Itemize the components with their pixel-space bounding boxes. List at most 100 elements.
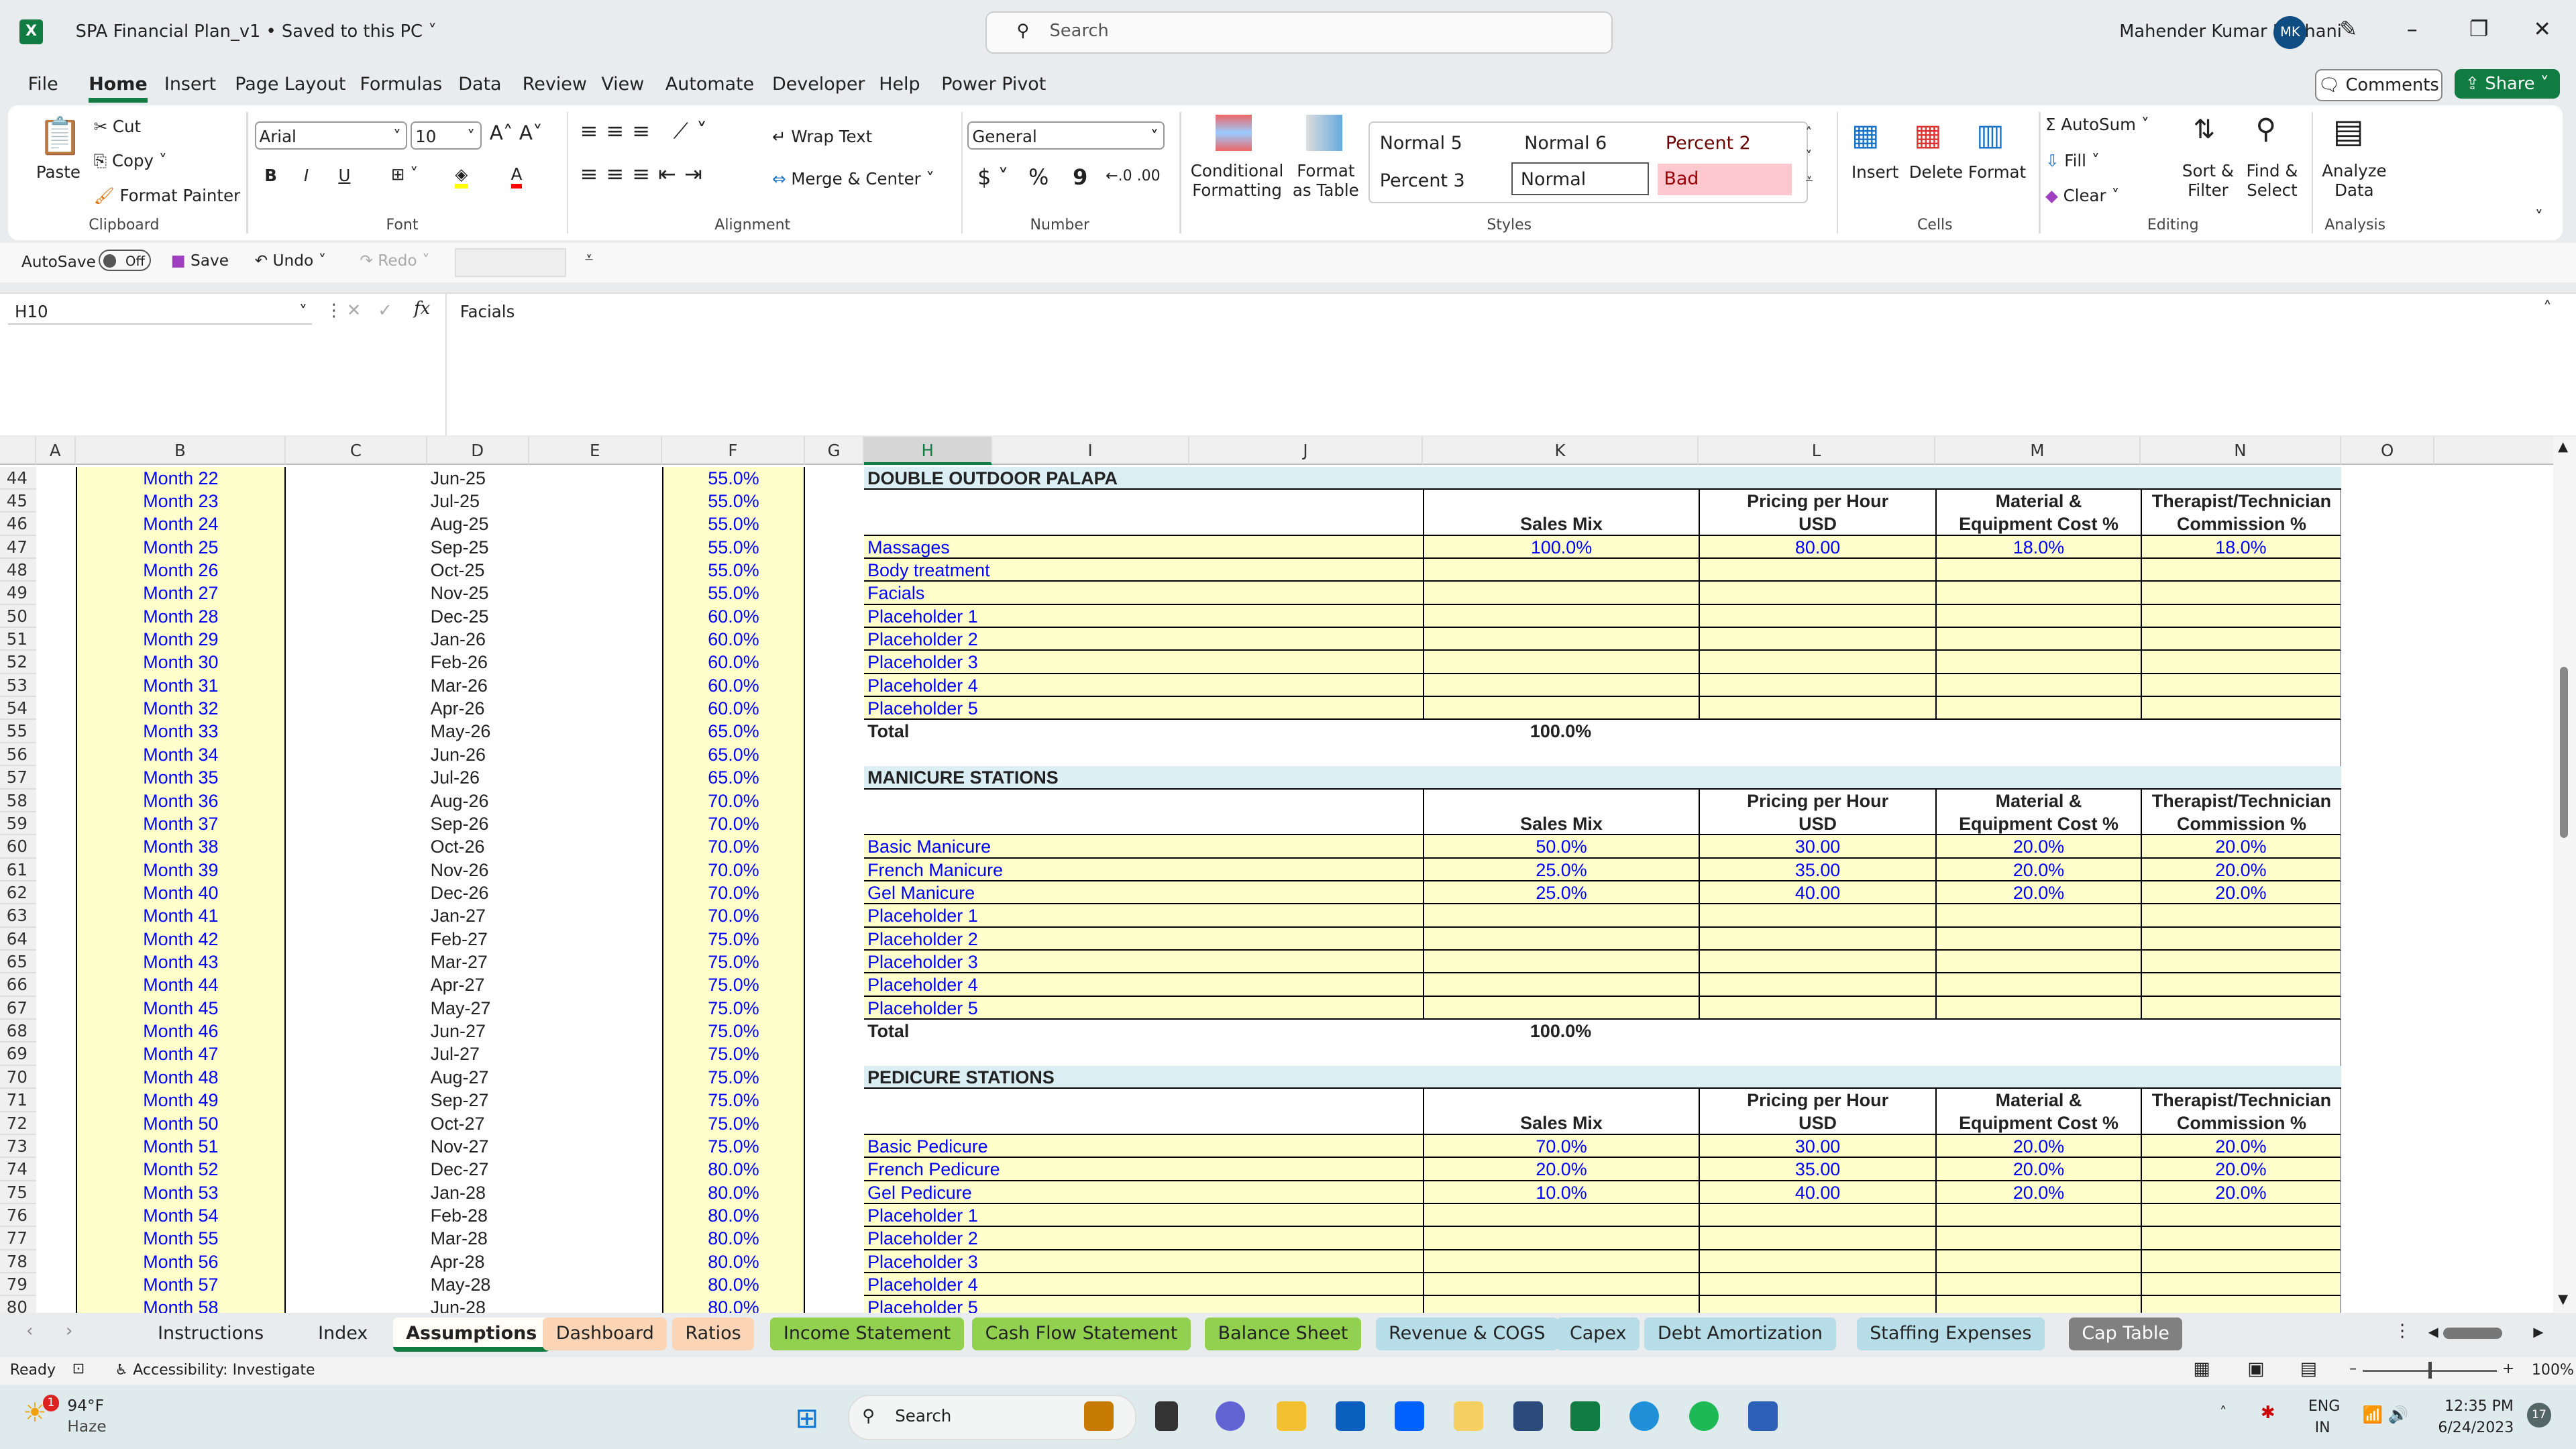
date-cell[interactable]: Dec-27 — [431, 1158, 529, 1181]
column-header-K[interactable]: K — [1422, 437, 1699, 466]
clear-button[interactable]: ◆ Clear ˅ — [2045, 186, 2120, 205]
month-cell[interactable]: Month 57 — [75, 1273, 286, 1297]
item-mix-cell[interactable] — [1422, 674, 1699, 698]
item-mix-cell[interactable] — [1422, 927, 1699, 951]
sort-filter-button[interactable]: Sort & Filter — [2180, 161, 2236, 200]
briefcase-app-icon[interactable] — [1084, 1401, 1114, 1432]
date-cell[interactable]: May-28 — [431, 1273, 529, 1296]
avatar[interactable]: MK — [2273, 16, 2307, 50]
month-cell[interactable]: Month 31 — [75, 674, 286, 698]
percent-cell[interactable]: 65.0% — [661, 766, 805, 790]
item-mix-cell[interactable] — [1422, 558, 1699, 582]
row-header[interactable]: 53 — [0, 674, 36, 698]
row-header[interactable]: 77 — [0, 1227, 36, 1250]
item-price-cell[interactable] — [1699, 697, 1935, 720]
date-cell[interactable]: Sep-26 — [431, 812, 529, 835]
cut-button[interactable]: ✂ Cut — [94, 117, 141, 136]
sheet-tab-index[interactable]: Index — [305, 1318, 381, 1350]
item-price-cell[interactable] — [1699, 1227, 1935, 1250]
sheet-tab-staffing-expenses[interactable]: Staffing Expenses — [1856, 1318, 2045, 1351]
column-header-J[interactable]: J — [1189, 437, 1423, 466]
column-header-F[interactable]: F — [661, 437, 805, 466]
item-commission-cell[interactable] — [2141, 1273, 2341, 1297]
zoom-level[interactable]: 100% — [2532, 1362, 2574, 1379]
item-material-cell[interactable] — [1935, 628, 2141, 651]
prev-sheet-icon[interactable]: ‹ — [26, 1321, 33, 1341]
item-commission-cell[interactable] — [2141, 973, 2341, 997]
horizontal-align-icons[interactable]: ≡≡≡⇤⇥ — [580, 161, 710, 186]
sheet-tab-assumptions[interactable]: Assumptions — [392, 1318, 550, 1352]
percent-cell[interactable]: 75.0% — [661, 951, 805, 974]
style-normal-6[interactable]: Normal 6 — [1524, 133, 1607, 154]
item-commission-cell[interactable] — [2141, 1227, 2341, 1250]
merge-center-button[interactable]: ⇔ Merge & Center ˅ — [772, 169, 934, 189]
conditional-formatting-button[interactable]: Conditional Formatting — [1188, 161, 1287, 200]
item-mix-cell[interactable] — [1422, 1250, 1699, 1274]
item-material-cell[interactable] — [1935, 697, 2141, 720]
h-scroll-right-icon[interactable]: ▶ — [2533, 1324, 2543, 1340]
find-select-button[interactable]: Find & Select — [2243, 161, 2302, 200]
insert-button[interactable]: Insert — [1851, 162, 1898, 182]
date-cell[interactable]: Mar-26 — [431, 674, 529, 697]
month-cell[interactable]: Month 58 — [75, 1296, 286, 1313]
percent-cell[interactable]: 60.0% — [661, 674, 805, 698]
month-cell[interactable]: Month 40 — [75, 881, 286, 905]
item-price-cell[interactable] — [1699, 973, 1935, 997]
month-cell[interactable]: Month 38 — [75, 835, 286, 859]
sheet-tab-cap-table[interactable]: Cap Table — [2068, 1318, 2183, 1351]
italic-button[interactable]: I — [304, 166, 309, 185]
month-cell[interactable]: Month 48 — [75, 1065, 286, 1089]
item-name-cell[interactable]: Massages — [864, 535, 1423, 559]
column-header-H[interactable]: H — [864, 437, 993, 466]
item-material-cell[interactable]: 20.0% — [1935, 1134, 2141, 1159]
item-material-cell[interactable] — [1935, 674, 2141, 698]
month-cell[interactable]: Month 37 — [75, 812, 286, 836]
item-commission-cell[interactable]: 20.0% — [2141, 1134, 2341, 1159]
file-explorer-icon[interactable] — [1276, 1401, 1306, 1432]
item-mix-cell[interactable]: 50.0% — [1422, 835, 1699, 859]
enter-icon[interactable]: ✓ — [378, 301, 392, 321]
autosave-toggle[interactable]: Off — [98, 250, 152, 272]
row-header[interactable]: 48 — [0, 558, 36, 582]
row-header[interactable]: 59 — [0, 812, 36, 836]
increase-font-icon[interactable]: A˄ A˅ — [490, 121, 543, 144]
item-name-cell[interactable]: Facials — [864, 582, 1423, 605]
percent-cell[interactable]: 80.0% — [661, 1204, 805, 1228]
date-cell[interactable]: Jul-25 — [431, 490, 529, 513]
sheet-tab-instructions[interactable]: Instructions — [145, 1318, 277, 1350]
month-cell[interactable]: Month 52 — [75, 1158, 286, 1181]
month-cell[interactable]: Month 45 — [75, 996, 286, 1020]
percent-cell[interactable]: 55.0% — [661, 513, 805, 536]
item-mix-cell[interactable] — [1422, 628, 1699, 651]
item-name-cell[interactable]: Placeholder 4 — [864, 973, 1423, 997]
scroll-thumb[interactable] — [2559, 667, 2568, 838]
style-bad[interactable]: Bad — [1657, 164, 1792, 195]
month-cell[interactable]: Month 56 — [75, 1250, 286, 1274]
row-header[interactable]: 75 — [0, 1181, 36, 1204]
percent-cell[interactable]: 80.0% — [661, 1181, 805, 1204]
percent-cell[interactable]: 75.0% — [661, 927, 805, 951]
item-commission-cell[interactable]: 20.0% — [2141, 881, 2341, 905]
item-price-cell[interactable] — [1699, 558, 1935, 582]
row-header[interactable]: 70 — [0, 1065, 36, 1089]
item-mix-cell[interactable] — [1422, 1204, 1699, 1228]
bold-button[interactable]: B — [264, 166, 277, 185]
font-size-select[interactable]: 10 ˅ — [411, 121, 482, 150]
percent-cell[interactable]: 80.0% — [661, 1296, 805, 1313]
column-header-G[interactable]: G — [805, 437, 865, 466]
item-name-cell[interactable]: Placeholder 3 — [864, 1250, 1423, 1274]
item-name-cell[interactable]: Placeholder 2 — [864, 628, 1423, 651]
sheet-tab-income-statement[interactable]: Income Statement — [770, 1318, 964, 1351]
row-header[interactable]: 66 — [0, 973, 36, 997]
item-mix-cell[interactable] — [1422, 651, 1699, 674]
tab-developer[interactable]: Developer — [772, 74, 865, 95]
month-cell[interactable]: Month 32 — [75, 697, 286, 720]
month-cell[interactable]: Month 24 — [75, 513, 286, 536]
percent-cell[interactable]: 60.0% — [661, 604, 805, 629]
date-cell[interactable]: Jun-25 — [431, 467, 529, 490]
item-mix-cell[interactable]: 100.0% — [1422, 535, 1699, 559]
fill-button[interactable]: ⇩ Fill ˅ — [2045, 151, 2100, 170]
tab-formulas[interactable]: Formulas — [360, 74, 442, 95]
percent-cell[interactable]: 70.0% — [661, 789, 805, 812]
date-cell[interactable]: Jun-28 — [431, 1296, 529, 1312]
